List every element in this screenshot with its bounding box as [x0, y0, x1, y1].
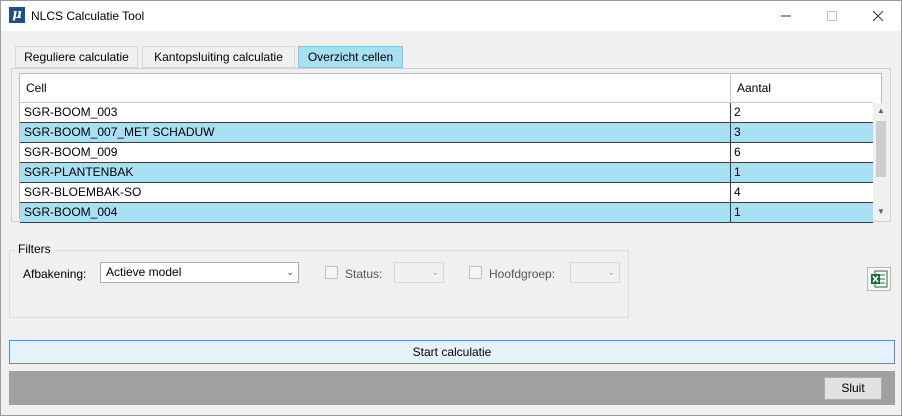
- nlcs-app-icon: μ: [9, 7, 25, 23]
- client-area: Reguliere calculatie Kantopsluiting calc…: [1, 31, 901, 415]
- status-label: Status:: [345, 267, 383, 281]
- app-window: μ NLCS Calculatie Tool Reguliere calcula…: [0, 0, 902, 416]
- hoofdgroep-label: Hoofdgroep:: [489, 267, 556, 281]
- chevron-down-icon: ⌄: [607, 267, 615, 277]
- afbakening-value: Actieve model: [106, 265, 182, 279]
- table-row[interactable]: SGR-PLANTENBAK 1: [20, 163, 873, 183]
- table-row[interactable]: SGR-BOOM_003 2: [20, 103, 873, 123]
- table-row[interactable]: SGR-BLOEMBAK-SO 4: [20, 183, 873, 203]
- afbakening-label: Afbakening:: [23, 267, 87, 281]
- tab-kantopsluiting-calculatie[interactable]: Kantopsluiting calculatie: [142, 46, 295, 68]
- excel-icon: [871, 270, 888, 288]
- table-row[interactable]: SGR-BOOM_009 6: [20, 143, 873, 163]
- window-title: NLCS Calculatie Tool: [31, 9, 145, 23]
- afbakening-select[interactable]: Actieve model ⌄: [100, 262, 299, 283]
- scroll-up-arrow-icon[interactable]: ▲: [873, 103, 889, 119]
- start-calculation-button[interactable]: Start calculatie: [9, 340, 895, 364]
- cell-name: SGR-BOOM_009: [20, 143, 731, 162]
- tab-reguliere-calculatie[interactable]: Reguliere calculatie: [15, 46, 138, 68]
- cell-name: SGR-BOOM_003: [20, 103, 731, 122]
- cell-count: 2: [734, 105, 741, 119]
- grid-rows: SGR-BOOM_003 2 SGR-BOOM_007_MET SCHADUW …: [20, 103, 873, 223]
- minimize-icon: [781, 15, 791, 17]
- cell-name: SGR-PLANTENBAK: [20, 163, 731, 182]
- title-bar: μ NLCS Calculatie Tool: [1, 1, 901, 31]
- tab-overzicht-cellen[interactable]: Overzicht cellen: [298, 46, 403, 68]
- status-checkbox[interactable]: [325, 266, 338, 279]
- cell-count: 6: [734, 145, 741, 159]
- close-icon: [873, 11, 883, 21]
- cells-grid: Cell Aantal SGR-BOOM_003 2 SGR-BOOM_007_…: [19, 73, 889, 223]
- chevron-down-icon: ⌄: [286, 267, 294, 277]
- grid-vertical-scrollbar[interactable]: ▲ ▼: [873, 103, 889, 220]
- cell-name: SGR-BOOM_004: [20, 203, 731, 222]
- cell-name: SGR-BOOM_007_MET SCHADUW: [20, 123, 731, 142]
- status-select[interactable]: ⌄: [394, 262, 444, 283]
- minimize-button[interactable]: [763, 1, 809, 31]
- cell-count: 1: [734, 165, 741, 179]
- footer-bar: Sluit: [9, 371, 895, 405]
- close-window-button[interactable]: [855, 1, 901, 31]
- grid-header: Cell Aantal: [20, 74, 873, 103]
- filters-groupbox: [9, 250, 629, 318]
- table-row[interactable]: SGR-BOOM_004 1: [20, 203, 873, 223]
- maximize-button[interactable]: [809, 1, 855, 31]
- hoofdgroep-select[interactable]: ⌄: [570, 262, 620, 283]
- cell-count: 1: [734, 205, 741, 219]
- column-header-aantal[interactable]: Aantal: [731, 74, 873, 103]
- cell-count: 4: [734, 185, 741, 199]
- hoofdgroep-checkbox[interactable]: [469, 266, 482, 279]
- close-button[interactable]: Sluit: [824, 377, 882, 400]
- scroll-down-arrow-icon[interactable]: ▼: [873, 204, 889, 220]
- maximize-icon: [827, 11, 837, 21]
- filters-legend: Filters: [15, 242, 54, 256]
- cell-name: SGR-BLOEMBAK-SO: [20, 183, 731, 202]
- table-row[interactable]: SGR-BOOM_007_MET SCHADUW 3: [20, 123, 873, 143]
- scroll-thumb[interactable]: [876, 121, 886, 177]
- cell-count: 3: [734, 125, 741, 139]
- column-header-cell[interactable]: Cell: [20, 74, 731, 103]
- chevron-down-icon: ⌄: [431, 267, 439, 277]
- export-excel-button[interactable]: [867, 267, 891, 291]
- tab-panel: Cell Aantal SGR-BOOM_003 2 SGR-BOOM_007_…: [11, 68, 891, 223]
